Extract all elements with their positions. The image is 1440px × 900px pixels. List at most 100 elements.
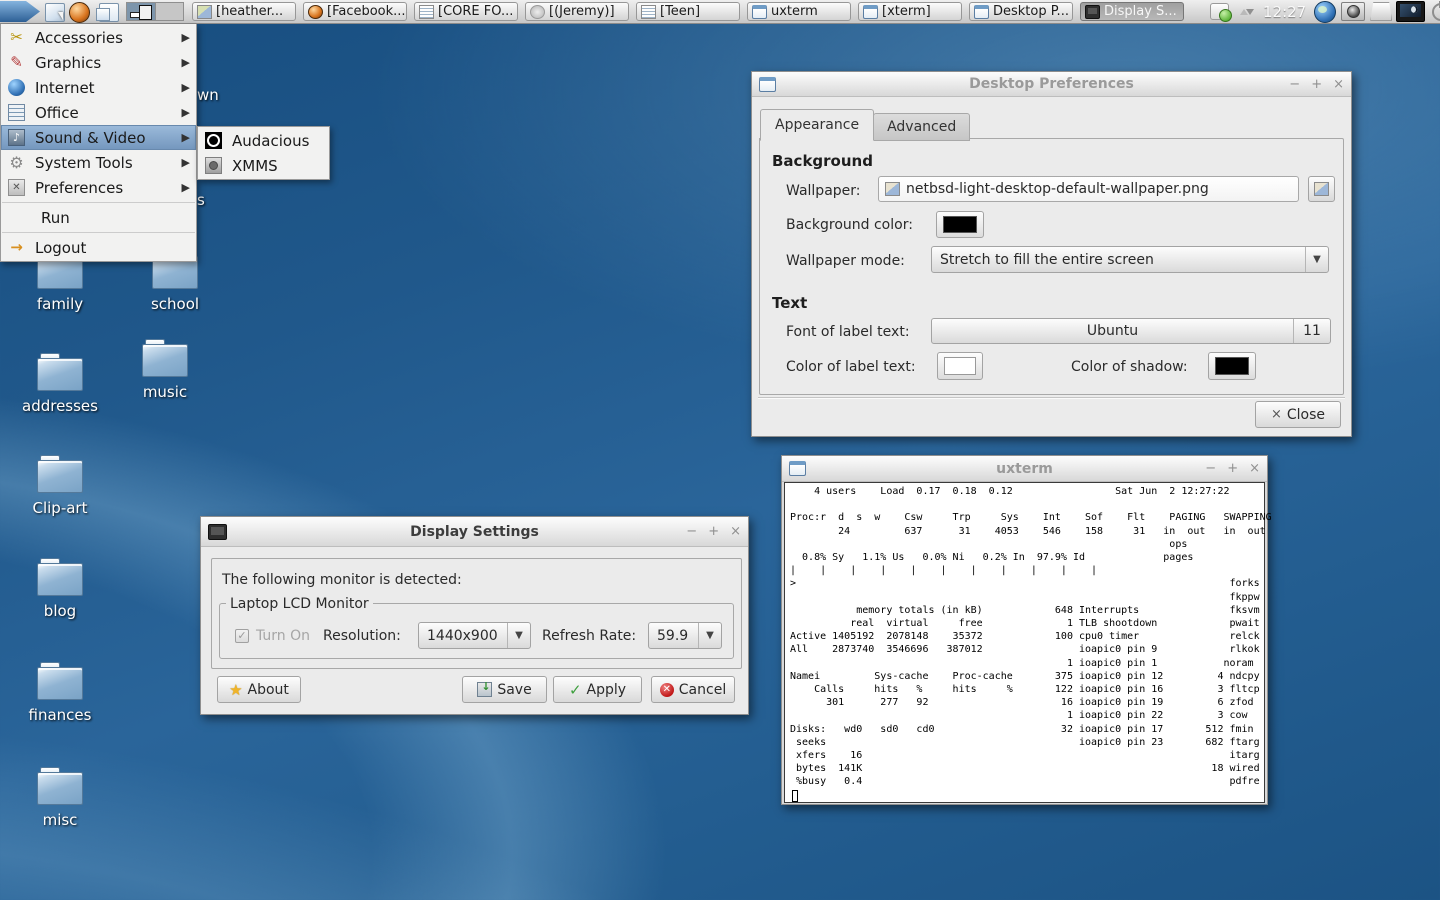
start-menu-button[interactable] (0, 1, 40, 22)
terminal-cursor (792, 790, 798, 802)
taskbar-button-xterm[interactable]: [xterm] (858, 2, 962, 21)
minimize-button[interactable]: − (1289, 77, 1300, 92)
desktop-pager[interactable] (126, 2, 184, 21)
label-text-color-swatch[interactable] (937, 352, 983, 380)
monitor-icon (1085, 5, 1100, 19)
taskbar-button-label: [CORE FO... (438, 4, 513, 19)
taskbar-button-label: Desktop P... (993, 4, 1069, 19)
refresh-rate-label: Refresh Rate: (542, 628, 636, 644)
minimize-button[interactable]: − (686, 524, 697, 539)
desktop-icon-blog[interactable]: blog (12, 558, 108, 620)
close-dialog-button[interactable]: × Close (1255, 401, 1341, 428)
submenu-arrow-icon: ▶ (182, 131, 190, 144)
desktop-icon-music[interactable]: music (117, 339, 213, 401)
close-button[interactable]: × (1249, 461, 1260, 476)
camera-icon[interactable] (1341, 2, 1365, 21)
titlebar[interactable]: Desktop Preferences − + × (752, 72, 1351, 97)
office-icon (8, 104, 25, 121)
partial-icon-label: s (197, 191, 205, 209)
taskbar-button-heather[interactable]: [heather... (192, 2, 296, 21)
power-icon[interactable] (1432, 3, 1440, 21)
desktop-icon-label: addresses (22, 397, 98, 415)
updown-arrows-icon[interactable] (1239, 4, 1255, 20)
globe-icon (308, 5, 323, 19)
submenu-arrow-icon: ▶ (182, 181, 190, 194)
menu-item-graphics[interactable]: ✎ Graphics ▶ (1, 50, 196, 75)
taskbar-button-desktop-preferences[interactable]: Desktop P... (969, 2, 1073, 21)
maximize-button[interactable]: + (1227, 461, 1238, 476)
menu-item-office[interactable]: Office ▶ (1, 100, 196, 125)
menu-item-label: Run (41, 209, 70, 227)
pager-desktop-2[interactable] (155, 3, 184, 20)
clock[interactable]: 12:27 (1263, 3, 1306, 21)
about-button[interactable]: ★ About (217, 676, 301, 703)
menu-item-label: Internet (35, 79, 95, 97)
desktop-icon-clip-art[interactable]: Clip-art (12, 455, 108, 517)
wallpaper-entry[interactable]: netbsd-light-desktop-default-wallpaper.p… (878, 176, 1299, 202)
menu-item-accessories[interactable]: ✂ Accessories ▶ (1, 25, 196, 50)
font-picker-button[interactable]: Ubuntu 11 (931, 318, 1331, 344)
window-icon (789, 461, 806, 476)
taskbar-button-core[interactable]: [CORE FO... (414, 2, 518, 21)
taskbar-button-teen[interactable]: [Teen] (636, 2, 740, 21)
menu-item-run[interactable]: Run (1, 205, 196, 230)
sound-video-submenu: Audacious XMMS (197, 126, 330, 180)
tab-advanced[interactable]: Advanced (873, 113, 970, 141)
apply-button[interactable]: ✓ Apply (553, 676, 642, 703)
terminal-screen[interactable]: 4 users Load 0.17 0.18 0.12 Sat Jun 2 12… (784, 482, 1265, 803)
menu-item-internet[interactable]: Internet ▶ (1, 75, 196, 100)
tab-appearance[interactable]: Appearance (760, 109, 874, 141)
partial-icon-label: wn (197, 86, 219, 104)
taskbar-button-jeremy[interactable]: [(Jeremy)] (525, 2, 629, 21)
windows-icon[interactable] (99, 3, 119, 22)
taskbar-button-uxterm[interactable]: uxterm (747, 2, 851, 21)
close-button[interactable]: × (1333, 77, 1344, 92)
cancel-button[interactable]: ✕ Cancel (651, 676, 735, 703)
chat-icon[interactable] (1210, 3, 1229, 20)
box-icon[interactable] (1370, 2, 1392, 21)
menu-item-system-tools[interactable]: ⚙ System Tools ▶ (1, 150, 196, 175)
menu-item-sound-video[interactable]: ♪ Sound & Video ▶ (1, 125, 196, 150)
minimize-button[interactable]: − (1205, 461, 1216, 476)
refresh-rate-dropdown[interactable]: 59.9 ▼ (648, 622, 722, 649)
desktop-icon-finances[interactable]: finances (12, 662, 108, 724)
submenu-item-audacious[interactable]: Audacious (198, 128, 329, 153)
turn-on-checkbox[interactable]: ✓ (235, 629, 249, 643)
titlebar[interactable]: uxterm − + × (782, 456, 1267, 482)
submenu-item-xmms[interactable]: XMMS (198, 153, 329, 178)
xmms-icon (205, 157, 222, 174)
pager-desktop-1[interactable] (127, 3, 155, 20)
wallpaper-mode-value: Stretch to fill the entire screen (932, 252, 1305, 268)
wallpaper-browse-button[interactable] (1308, 176, 1335, 202)
globe-icon[interactable] (1314, 1, 1336, 23)
background-color-label: Background color: (786, 217, 913, 233)
file-manager-icon[interactable] (45, 3, 65, 22)
wallpaper-mode-label: Wallpaper mode: (786, 253, 905, 269)
desktop-icon-addresses[interactable]: addresses (12, 353, 108, 415)
maximize-button[interactable]: + (1311, 77, 1322, 92)
web-browser-icon[interactable] (69, 2, 90, 23)
background-color-swatch[interactable] (936, 211, 984, 238)
chevron-down-icon[interactable]: ▼ (1305, 247, 1328, 272)
wallpaper-filename: netbsd-light-desktop-default-wallpaper.p… (906, 181, 1209, 197)
dark-monitor-icon[interactable] (1396, 1, 1425, 22)
save-button[interactable]: Save (462, 676, 547, 703)
chevron-down-icon[interactable]: ▼ (507, 623, 530, 648)
close-button[interactable]: × (730, 524, 741, 539)
taskbar-button-facebook[interactable]: [Facebook... (303, 2, 407, 21)
desktop-icon-misc[interactable]: misc (12, 767, 108, 829)
wallpaper-mode-dropdown[interactable]: Stretch to fill the entire screen ▼ (931, 246, 1329, 273)
terminal-text: 4 users Load 0.17 0.18 0.12 Sat Jun 2 12… (790, 485, 1264, 789)
shadow-color-swatch[interactable] (1208, 352, 1256, 380)
menu-item-logout[interactable]: → Logout (1, 235, 196, 260)
tab-bar: Appearance Advanced (760, 109, 969, 141)
taskbar-button-display-settings[interactable]: Display S... (1080, 2, 1184, 21)
resolution-dropdown[interactable]: 1440x900 ▼ (418, 622, 531, 649)
chevron-down-icon[interactable]: ▼ (698, 623, 721, 648)
window-icon (863, 5, 878, 19)
system-tray: 12:27 (1210, 0, 1440, 23)
turn-on-label: Turn On (256, 628, 310, 644)
maximize-button[interactable]: + (708, 524, 719, 539)
titlebar[interactable]: Display Settings − + × (201, 517, 748, 547)
menu-item-preferences[interactable]: ✕ Preferences ▶ (1, 175, 196, 200)
